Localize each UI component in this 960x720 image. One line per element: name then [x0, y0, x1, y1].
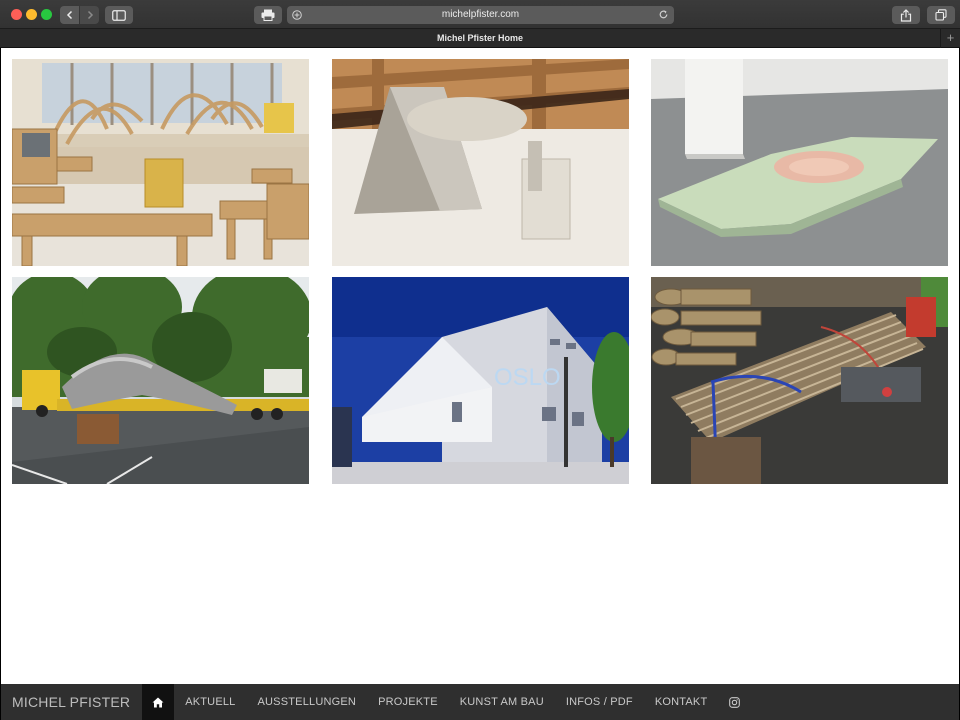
print-icon [261, 9, 275, 21]
gallery-image-oslo-building[interactable]: OSLO [332, 277, 629, 484]
nav-item-aktuell[interactable]: AKTUELL [174, 684, 246, 720]
nav-item-kunst-am-bau[interactable]: KUNST AM BAU [449, 684, 555, 720]
nav-item-projekte[interactable]: PROJEKTE [367, 684, 449, 720]
nav-item-infos-pdf[interactable]: INFOS / PDF [555, 684, 644, 720]
nav-home-button[interactable] [142, 684, 175, 720]
nav-instagram-link[interactable] [723, 684, 746, 720]
minimize-window-button[interactable] [26, 9, 37, 20]
gallery-image-wood-bundles[interactable] [651, 277, 948, 484]
close-window-button[interactable] [11, 9, 22, 20]
url-text: michelpfister.com [441, 9, 520, 20]
home-icon [152, 697, 164, 707]
tab-bar: Michel Pfister Home + [0, 29, 960, 48]
sidebar-icon [112, 9, 126, 21]
oslo-sign: OSLO [494, 364, 561, 391]
page-content: OSLO [1, 48, 959, 684]
reload-icon[interactable] [658, 9, 669, 20]
tab-title[interactable]: Michel Pfister Home [0, 29, 960, 48]
site-brand[interactable]: MICHEL PFISTER [1, 694, 142, 710]
tabs-icon [935, 9, 947, 21]
nav-item-kontakt[interactable]: KONTAKT [644, 684, 719, 720]
instagram-icon [729, 696, 741, 708]
print-button[interactable] [254, 6, 282, 24]
forward-button[interactable] [80, 6, 99, 24]
sidebar-toggle-button[interactable] [105, 6, 133, 24]
gallery-image-funnel[interactable] [332, 59, 629, 266]
gallery-image-atelier[interactable] [12, 59, 309, 266]
new-tab-button[interactable]: + [940, 29, 960, 48]
address-bar[interactable]: michelpfister.com [287, 6, 674, 24]
gallery-image-tube-transport[interactable] [12, 277, 309, 484]
gallery-image-relief[interactable] [651, 59, 948, 266]
share-button[interactable] [892, 6, 920, 24]
browser-titlebar: michelpfister.com [0, 0, 960, 29]
share-icon [900, 8, 912, 22]
back-icon [66, 10, 72, 20]
back-button[interactable] [60, 6, 79, 24]
forward-icon [87, 10, 93, 20]
main-navbar: MICHEL PFISTER AKTUELL AUSSTELLUNGEN PRO… [1, 684, 959, 720]
nav-item-ausstellungen[interactable]: AUSSTELLUNGEN [247, 684, 368, 720]
zoom-window-button[interactable] [41, 9, 52, 20]
show-tabs-button[interactable] [927, 6, 955, 24]
